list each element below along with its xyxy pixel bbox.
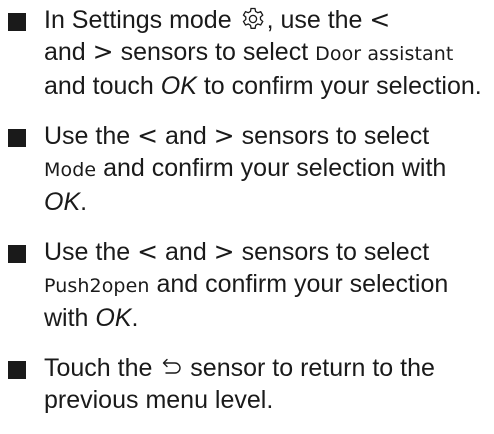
step-3: Use the < and > sensors to select Push2o… bbox=[0, 236, 494, 334]
less-than-symbol: < bbox=[369, 5, 391, 34]
less-than-symbol: < bbox=[137, 237, 159, 266]
step-text: . bbox=[131, 304, 139, 332]
ok-label: OK bbox=[160, 72, 197, 100]
step-1: In Settings mode , use the < and > sensor… bbox=[0, 0, 494, 102]
step-text: sensors to select bbox=[234, 122, 430, 150]
display-text: Door assistant bbox=[315, 43, 454, 65]
instruction-list: In Settings mode , use the < and > sensor… bbox=[0, 0, 494, 434]
step-text: In Settings mode bbox=[44, 6, 239, 34]
greater-than-symbol: > bbox=[213, 237, 235, 266]
step-text: and bbox=[44, 38, 93, 66]
step-text: and bbox=[158, 238, 214, 266]
step-text: Use the bbox=[44, 122, 138, 150]
step-text: and confirm your selection with bbox=[96, 154, 447, 182]
step-text: Touch the bbox=[44, 354, 160, 382]
step-text: and touch bbox=[44, 72, 161, 100]
display-text: Mode bbox=[44, 159, 97, 181]
step-text: and bbox=[158, 122, 214, 150]
less-than-symbol: < bbox=[137, 121, 159, 150]
bullet-square-icon bbox=[8, 361, 26, 379]
greater-than-symbol: > bbox=[213, 121, 235, 150]
step-text: Use the bbox=[44, 238, 138, 266]
greater-than-symbol: > bbox=[92, 37, 114, 66]
ok-label: OK bbox=[44, 188, 81, 216]
bullet-square-icon bbox=[8, 13, 26, 31]
step-text: , use the bbox=[266, 6, 370, 34]
back-arrow-icon bbox=[163, 358, 181, 374]
gear-icon bbox=[242, 7, 264, 29]
step-text: to confirm your selection. bbox=[196, 72, 482, 100]
display-text: Push2open bbox=[44, 275, 150, 297]
step-text: . bbox=[80, 188, 88, 216]
step-4: Touch the sensor to return to the previo… bbox=[0, 352, 494, 416]
bullet-square-icon bbox=[8, 245, 26, 263]
bullet-square-icon bbox=[8, 129, 26, 147]
step-2: Use the < and > sensors to select Mode a… bbox=[0, 120, 494, 218]
ok-label: OK bbox=[95, 304, 132, 332]
step-text: sensors to select bbox=[234, 238, 430, 266]
step-text: sensors to select bbox=[113, 38, 316, 66]
